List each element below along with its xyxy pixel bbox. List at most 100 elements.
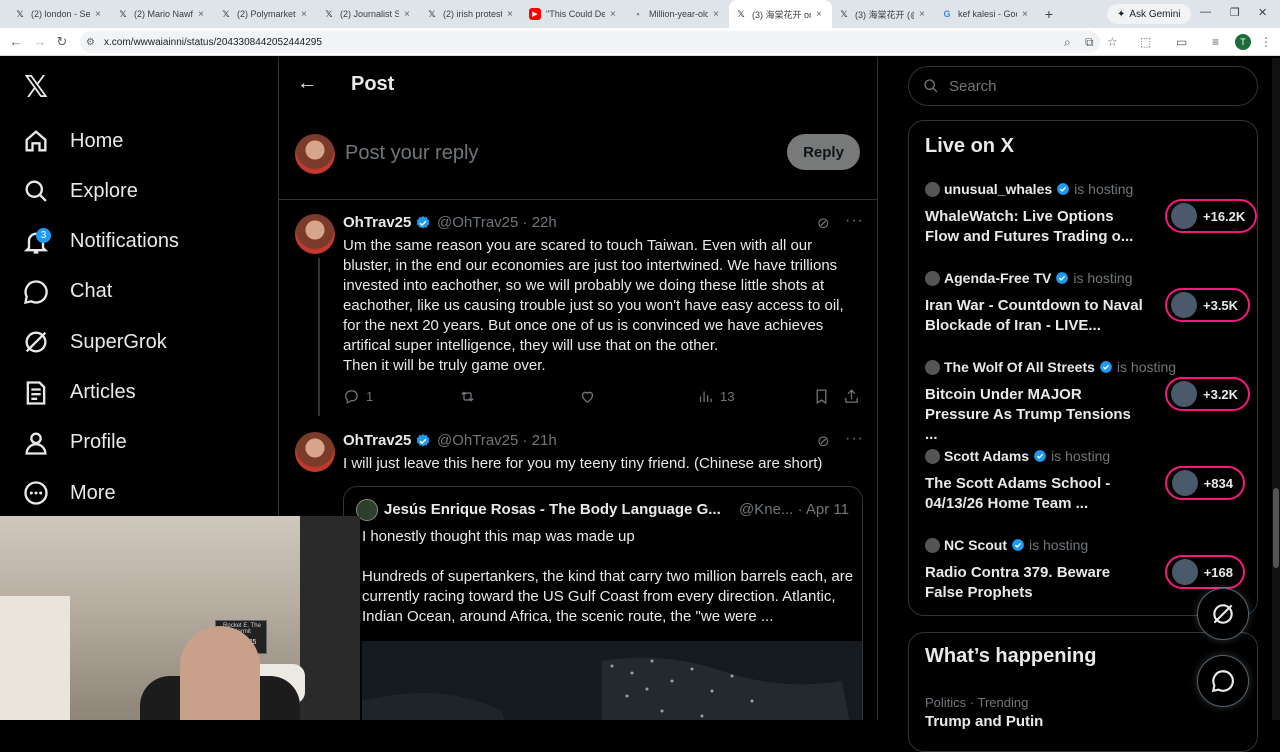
browser-menu-icon[interactable]: ⋮: [1260, 35, 1272, 49]
search-box[interactable]: Search: [908, 66, 1258, 106]
nav-item-supergrok[interactable]: SuperGrok: [22, 322, 167, 362]
close-window-icon[interactable]: ✕: [1258, 6, 1267, 19]
nav-item-explore[interactable]: Explore: [22, 171, 138, 211]
extensions-icon[interactable]: ⬚: [1140, 35, 1151, 49]
author-display-name: OhTrav25: [343, 214, 412, 231]
bookmark-icon: [816, 389, 827, 405]
tab-close-icon[interactable]: ×: [713, 9, 723, 20]
site-info-icon[interactable]: ⚙: [86, 37, 95, 48]
browser-tab[interactable]: ▪ Million-year-old ×: [626, 0, 729, 28]
media-icon[interactable]: ≡: [1212, 35, 1219, 49]
map-graphic: [362, 657, 850, 720]
search-input[interactable]: Search: [949, 78, 997, 95]
browser-tab[interactable]: 𝕏 (2) irish protest ×: [420, 0, 523, 28]
browser-tab[interactable]: 𝕏 (3) 海棠花开 on ×: [729, 0, 832, 28]
browser-tab[interactable]: 𝕏 (3) 海棠花开 (@ ×: [832, 0, 935, 28]
listener-count-pill[interactable]: +168: [1165, 555, 1245, 589]
browser-tab[interactable]: ▶ "This Could Des ×: [523, 0, 626, 28]
listener-count-pill[interactable]: +16.2K: [1165, 199, 1258, 233]
reply-post[interactable]: OhTrav25 @OhTrav25 · 22h ⊘ ··· Um the sa…: [279, 208, 877, 416]
tab-close-icon[interactable]: ×: [507, 9, 517, 20]
tab-close-icon[interactable]: ×: [198, 9, 208, 20]
nav-item-more[interactable]: More: [22, 473, 116, 513]
nav-item-profile[interactable]: Profile: [22, 423, 127, 463]
ask-gemini-button[interactable]: ✦ Ask Gemini: [1107, 4, 1191, 24]
messages-fab-button[interactable]: [1197, 655, 1249, 707]
repost-action[interactable]: [459, 388, 476, 405]
views-action[interactable]: 13: [697, 388, 734, 405]
author-handle-time: @OhTrav25 · 21h: [437, 432, 557, 449]
live-space-item[interactable]: The Wolf Of All Streets is hosting Bitcoin…: [925, 359, 1251, 443]
tab-close-icon[interactable]: ×: [95, 9, 105, 20]
quoted-post[interactable]: Jesús Enrique Rosas - The Body Language …: [343, 486, 863, 720]
tab-close-icon[interactable]: ×: [404, 9, 414, 20]
listener-count-pill[interactable]: +3.2K: [1165, 377, 1251, 411]
repost-icon: [461, 391, 474, 402]
x-logo-icon[interactable]: 𝕏: [24, 70, 48, 105]
tab-close-icon[interactable]: ×: [1022, 9, 1032, 20]
url-text: x.com/wwwaiainni/status/2043308442052444…: [104, 36, 322, 48]
new-tab-button[interactable]: +: [1038, 6, 1060, 22]
nav-label: SuperGrok: [70, 330, 167, 353]
quoted-map-image[interactable]: [362, 641, 862, 720]
reload-icon[interactable]: ↻: [50, 34, 74, 50]
grok-fab-button[interactable]: [1197, 588, 1249, 640]
share-action[interactable]: [843, 388, 860, 405]
scrollbar-thumb[interactable]: [1273, 488, 1279, 568]
bookmark-action[interactable]: [813, 388, 830, 405]
maximize-icon[interactable]: ❐: [1230, 6, 1240, 19]
live-space-item[interactable]: Agenda-Free TV is hosting Iran War - Count…: [925, 270, 1251, 350]
browser-tab[interactable]: 𝕏 (2) Journalist Sa ×: [317, 0, 420, 28]
author-avatar[interactable]: [295, 432, 335, 472]
tab-title: Million-year-old: [649, 9, 708, 19]
nav-icon-holder: [22, 278, 50, 306]
post-actions: 1 13: [343, 388, 863, 408]
minimize-icon[interactable]: —: [1200, 6, 1211, 18]
grok-explain-icon[interactable]: ⊘: [817, 432, 830, 450]
nav-item-articles[interactable]: Articles: [22, 373, 136, 413]
quoted-line-2: Hundreds of supertankers, the kind that …: [362, 568, 854, 625]
more-options-icon[interactable]: ···: [845, 430, 864, 448]
back-arrow-icon[interactable]: ←: [297, 72, 317, 95]
quoted-handle-date: @Kne... · Apr 11: [739, 501, 850, 518]
browser-tab[interactable]: 𝕏 (2) Polymarket ×: [214, 0, 317, 28]
nav-item-notifications[interactable]: 3 Notifications: [22, 222, 179, 262]
nav-item-home[interactable]: Home: [22, 121, 123, 161]
browser-tab[interactable]: 𝕏 (2) Mario Nawfa ×: [111, 0, 214, 28]
install-icon[interactable]: ⧉: [1085, 35, 1094, 50]
live-space-item[interactable]: NC Scout is hosting Radio Contra 379. Bewa…: [925, 537, 1245, 617]
reply-button[interactable]: Reply: [787, 134, 860, 170]
my-avatar[interactable]: [295, 134, 335, 174]
grok-explain-icon[interactable]: ⊘: [817, 214, 830, 232]
author-avatar[interactable]: [295, 214, 335, 254]
live-space-item[interactable]: unusual_whales is hosting WhaleWatch: Live…: [925, 181, 1258, 261]
live-title-text: WhaleWatch: Live Options Flow and Future…: [925, 208, 1134, 245]
like-action[interactable]: [579, 388, 596, 405]
reply-input[interactable]: Post your reply: [345, 142, 478, 165]
author-name[interactable]: OhTrav25: [343, 432, 431, 449]
account-avatar[interactable]: T: [1235, 34, 1251, 50]
browser-tab[interactable]: Gkef kalesi - Goo ×: [935, 0, 1038, 28]
author-name[interactable]: OhTrav25: [343, 214, 431, 231]
live-space-item[interactable]: Scott Adams is hosting The Scott Adams Sch…: [925, 448, 1245, 528]
tab-close-icon[interactable]: ×: [301, 9, 311, 20]
bookmark-star-icon[interactable]: ☆: [1107, 35, 1118, 49]
tab-close-icon[interactable]: ×: [610, 9, 620, 20]
url-field[interactable]: ⚙ x.com/wwwaiainni/status/20433084420524…: [80, 31, 1100, 53]
more-options-icon[interactable]: ···: [845, 212, 864, 230]
tab-search-icon[interactable]: ▭: [1176, 35, 1187, 49]
page-scrollbar[interactable]: [1272, 58, 1280, 720]
browser-tab-bar: 𝕏 (2) london - Se × 𝕏 (2) Mario Nawfa × 𝕏 (2) P…: [0, 0, 1280, 28]
trend-topic[interactable]: Trump and Putin: [925, 713, 1043, 730]
listener-count-pill[interactable]: +834: [1165, 466, 1245, 500]
tab-close-icon[interactable]: ×: [816, 9, 826, 20]
listener-count-pill[interactable]: +3.5K: [1165, 288, 1251, 322]
reply-action[interactable]: 1: [343, 388, 373, 405]
forward-icon[interactable]: →: [28, 34, 52, 49]
browser-tab[interactable]: 𝕏 (2) london - Se ×: [8, 0, 111, 28]
tab-close-icon[interactable]: ×: [919, 9, 929, 20]
zoom-icon[interactable]: ⌕: [1064, 35, 1071, 50]
back-icon[interactable]: ←: [4, 34, 28, 49]
listener-count: +3.5K: [1203, 297, 1239, 313]
nav-item-chat[interactable]: Chat: [22, 272, 112, 312]
